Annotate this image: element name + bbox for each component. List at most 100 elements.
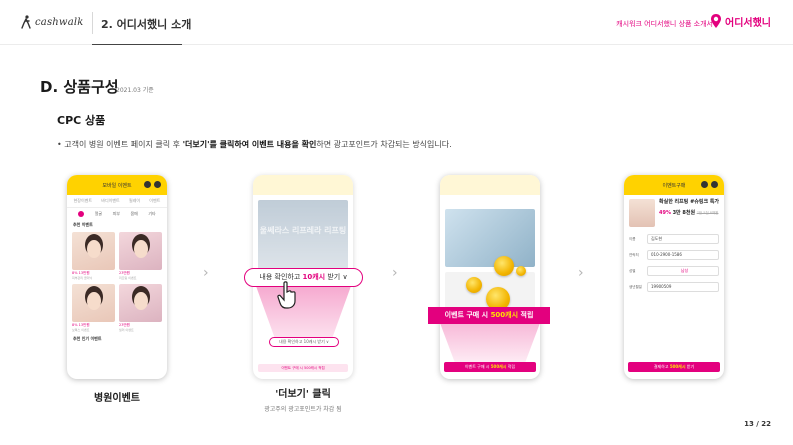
brand-logo: 어디서했니 <box>710 13 771 29</box>
description: • 고객이 병원 이벤트 페이지 클릭 후 '더보기'를 클릭하여 이벤트 내용… <box>57 139 452 150</box>
category-selected-icon[interactable] <box>78 211 85 217</box>
reward-banner-suffix: 적립 <box>518 311 534 319</box>
app-bar <box>440 175 540 195</box>
field-label: 이름 <box>629 236 636 241</box>
category-bar: 얼굴 피부 몸매 기타 <box>67 208 167 220</box>
form-row-phone: 연락처 010-2900-1586 <box>624 247 724 263</box>
page-number: 13 / 22 <box>744 420 771 428</box>
reward-banner: 이벤트 구매 시 500캐시 적립 <box>428 307 550 324</box>
location-pin-icon <box>711 14 721 28</box>
purchase-bar[interactable]: 이벤트 구매 시 500캐시 적립 <box>258 364 348 372</box>
event-card[interactable]: 8% 13만원 피부관리 클리닉 <box>72 232 115 280</box>
page-title: D. 상품구성 <box>40 78 119 96</box>
header-separator <box>92 12 93 34</box>
tab[interactable]: 바디이벤트 <box>101 198 119 204</box>
category-item[interactable]: 얼굴 <box>95 211 102 217</box>
event-card[interactable]: 23만원 필러 이벤트 <box>119 284 162 332</box>
coin-icon <box>466 277 482 293</box>
purchase-bar-prefix: 이벤트 구매 시 <box>464 364 491 369</box>
caption-more-click-sub: 광고주의 광고포인트가 차감 됨 <box>264 406 342 413</box>
phone-field[interactable]: 010-2900-1586 <box>647 250 719 260</box>
description-prefix: • 고객이 병원 이벤트 페이지 클릭 후 <box>57 140 183 149</box>
pay-button[interactable]: 결제하고 500캐시 받기 <box>628 362 720 372</box>
more-button-suffix: 받기 ∨ <box>325 273 348 281</box>
more-button-cash: 10캐시 <box>302 273 326 281</box>
page-date: 2021.03 기준 <box>116 87 154 94</box>
coin-icon <box>516 266 526 276</box>
reward-banner-cash: 500캐시 <box>490 311 519 319</box>
tab[interactable]: 릴레이 <box>129 198 140 204</box>
app-bar-icons <box>144 181 161 188</box>
event-image <box>445 209 535 267</box>
profile-icon[interactable] <box>711 181 718 188</box>
help-icon[interactable] <box>144 181 151 188</box>
chevron-right-icon: › <box>392 265 398 281</box>
product-title: 확실한 리프팅 #슈링크 특가 <box>659 199 720 205</box>
model-face-icon <box>86 292 101 310</box>
more-button[interactable]: 내용 확인하고 10캐시 받기 ∨ <box>244 268 363 287</box>
chevron-right-icon: › <box>578 265 584 281</box>
app-bar <box>253 175 353 195</box>
app-bar-title: 이벤트구매 <box>662 183 686 189</box>
tab[interactable]: 현장이벤트 <box>74 198 92 204</box>
header: cashwalk 2. 어디서했니 소개 캐시워크 어디서했니 상품 소개서 어… <box>0 0 793 46</box>
document-title: 캐시워크 어디서했니 상품 소개서 <box>616 20 713 28</box>
pointer-hand-icon <box>277 281 296 309</box>
model-face-icon <box>86 240 101 258</box>
section-head: 추천 이벤트 <box>73 222 93 227</box>
event-thumbnail <box>119 232 162 270</box>
form-row-gender: 성별 남성 <box>624 263 724 279</box>
event-banner-text: 울쎄라스 리프레라 리프팅 <box>259 226 347 235</box>
product-price-row: 49% 3만 8천원 7만 5천 8백원 <box>659 209 719 216</box>
app-bar: 이벤트구매 <box>624 175 724 195</box>
name-field[interactable]: 김도현 <box>647 234 719 244</box>
model-face-icon <box>133 240 148 258</box>
category-item[interactable]: 피부 <box>113 211 120 217</box>
purchase-bar-suffix: 적립 <box>506 364 516 369</box>
field-label: 연락처 <box>629 252 639 257</box>
event-thumbnail <box>119 284 162 322</box>
form-row-birthdate: 생년월일 19900509 <box>624 279 724 295</box>
coin-icon <box>494 256 514 276</box>
reward-banner-prefix: 이벤트 구매 시 <box>444 311 491 319</box>
field-label: 성별 <box>629 268 636 273</box>
purchase-bar[interactable]: 이벤트 구매 시 500캐시 적립 <box>444 362 536 372</box>
field-label: 생년월일 <box>629 284 642 289</box>
description-suffix: 하면 광고포인트가 차감되는 방식입니다. <box>316 140 452 149</box>
event-meta: 피부관리 클리닉 <box>72 276 93 280</box>
birthdate-field[interactable]: 19900509 <box>647 282 719 292</box>
logo-text: cashwalk <box>35 16 84 28</box>
caption-hospital-event: 병원이벤트 <box>94 393 140 404</box>
event-thumbnail <box>72 232 115 270</box>
brand-text: 어디서했니 <box>725 17 771 29</box>
event-meta: 필러 이벤트 <box>119 328 134 332</box>
phone-purchase-form: 이벤트구매 확실한 리프팅 #슈링크 특가 49% 3만 8천원 7만 5천 8… <box>624 175 724 379</box>
profile-icon[interactable] <box>154 181 161 188</box>
category-item[interactable]: 기타 <box>148 211 155 217</box>
product-summary: 확실한 리프팅 #슈링크 특가 49% 3만 8천원 7만 5천 8백원 <box>624 195 724 231</box>
event-card[interactable]: 8% 13만원 보톡스 이벤트 <box>72 284 115 332</box>
caption-more-click: '더보기' 클릭 <box>275 389 331 400</box>
chevron-right-icon: › <box>203 265 209 281</box>
category-item[interactable]: 몸매 <box>131 211 138 217</box>
highlight-beam <box>440 323 540 363</box>
event-card[interactable]: 23만원 리프팅 이벤트 <box>119 232 162 280</box>
walker-icon <box>21 15 31 29</box>
app-bar-icons <box>701 181 718 188</box>
purchase-bar-cash: 500캐시 <box>490 364 507 369</box>
tab-bar: 현장이벤트 바디이벤트 릴레이 이벤트 <box>67 195 167 208</box>
discount-rate: 49% <box>659 210 671 216</box>
event-meta: 보톡스 이벤트 <box>72 328 90 332</box>
tab[interactable]: 이벤트 <box>149 198 160 204</box>
model-face-icon <box>133 292 148 310</box>
sale-price: 3만 8천원 <box>672 210 696 216</box>
section-underline <box>92 44 182 45</box>
app-bar: 모바일 이벤트 <box>67 175 167 195</box>
gender-toggle[interactable]: 남성 <box>647 266 719 276</box>
more-button-small[interactable]: 내용 확인하고 10캐시 받기 ∨ <box>269 337 339 347</box>
section-title: 2. 어디서했니 소개 <box>101 18 192 31</box>
help-icon[interactable] <box>701 181 708 188</box>
description-bold: '더보기'를 클릭하여 이벤트 내용을 확인 <box>182 140 317 149</box>
more-button-prefix: 내용 확인하고 <box>259 273 303 281</box>
original-price: 7만 5천 8백원 <box>696 211 719 215</box>
